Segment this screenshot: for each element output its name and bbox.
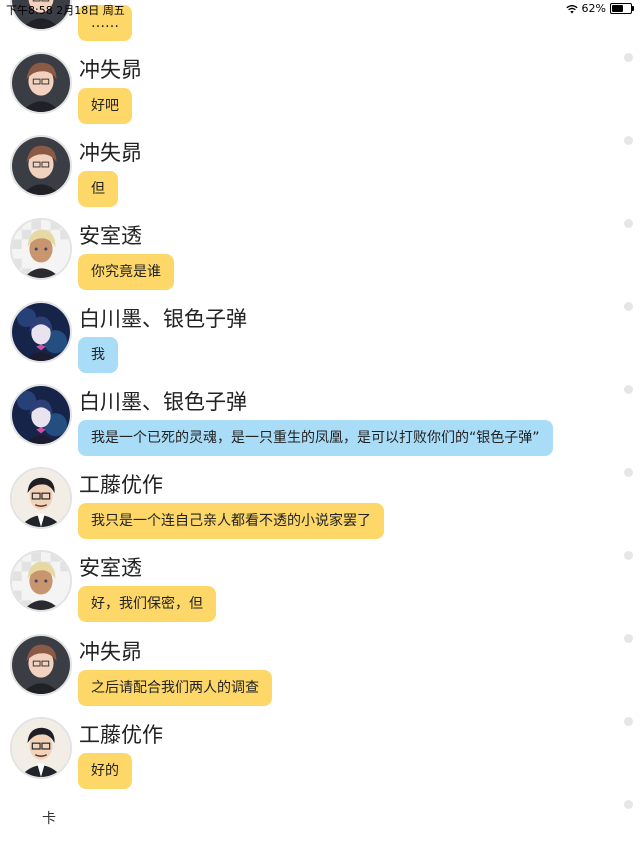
battery-fill <box>612 5 623 12</box>
sender-name: 工藤优作 <box>79 723 163 747</box>
scroll-dot <box>624 302 633 311</box>
chat-message: 白川墨、银色子弹 我 <box>0 301 640 384</box>
scroll-dot <box>624 634 633 643</box>
wifi-icon <box>565 4 578 13</box>
avatar-amuro[interactable] <box>10 218 72 280</box>
avatar-amuro-image <box>12 220 70 278</box>
avatar-yusaku-image <box>12 469 70 527</box>
status-right: 62% <box>565 2 634 15</box>
avatar-subaru[interactable] <box>10 135 72 197</box>
chat-message: 冲失昴 之后请配合我们两人的调查 <box>0 634 640 717</box>
avatar-subaru-image <box>12 137 70 195</box>
message-bubble[interactable]: 我是一个已死的灵魂，是一只重生的凤凰，是可以打败你们的“银色子弹” <box>78 420 553 456</box>
message-bubble[interactable]: 但 <box>78 171 118 207</box>
avatar-subaru-image <box>12 54 70 112</box>
avatar-amuro-image <box>12 552 70 610</box>
avatar-yusaku[interactable] <box>10 717 72 779</box>
avatar-subaru-image <box>12 636 70 694</box>
chat-message: 工藤优作 好的 <box>0 717 640 800</box>
message-bubble[interactable]: 之后请配合我们两人的调查 <box>78 670 272 706</box>
sender-name: 工藤优作 <box>79 473 163 497</box>
chat-area: …… 冲失昴 好吧 冲失昴 但 安室透 你究竟是谁 白川墨、银色子弹 我 白川墨… <box>0 0 640 853</box>
avatar-subaru[interactable] <box>10 634 72 696</box>
scroll-dot <box>624 551 633 560</box>
chat-message: 冲失昴 但 <box>0 135 640 218</box>
sender-name: 安室透 <box>79 556 142 580</box>
avatar-silver-bullet-image <box>12 386 70 444</box>
sender-name: 安室透 <box>79 224 142 248</box>
scroll-dot <box>624 385 633 394</box>
sender-name: 白川墨、银色子弹 <box>79 307 247 331</box>
battery-icon <box>610 3 634 14</box>
avatar-yusaku[interactable] <box>10 467 72 529</box>
avatar-amuro[interactable] <box>10 550 72 612</box>
battery-percent: 62% <box>581 2 606 15</box>
message-bubble[interactable]: 好的 <box>78 753 132 789</box>
scroll-dot <box>624 219 633 228</box>
scroll-dot <box>624 53 633 62</box>
message-bubble[interactable]: 我 <box>78 337 118 373</box>
chat-message: 白川墨、银色子弹 我是一个已死的灵魂，是一只重生的凤凰，是可以打败你们的“银色子… <box>0 384 640 467</box>
status-time-date: 下午8:58 2月18日 周五 <box>6 4 125 17</box>
chat-message: 安室透 你究竟是谁 <box>0 218 640 301</box>
avatar-yusaku-image <box>12 719 70 777</box>
scroll-dot <box>624 468 633 477</box>
sender-name: 冲失昴 <box>79 58 142 82</box>
message-bubble[interactable]: 好吧 <box>78 88 132 124</box>
scroll-dot <box>624 800 633 809</box>
sender-name: 冲失昴 <box>79 640 142 664</box>
chat-message: 工藤优作 我只是一个连自己亲人都看不透的小说家罢了 <box>0 467 640 550</box>
message-bubble[interactable]: 好，我们保密，但 <box>78 586 216 622</box>
avatar-subaru[interactable] <box>10 52 72 114</box>
avatar-silver-bullet[interactable] <box>10 384 72 446</box>
chat-message: 安室透 好，我们保密，但 <box>0 550 640 633</box>
message-bubble[interactable]: 我只是一个连自己亲人都看不透的小说家罢了 <box>78 503 384 539</box>
avatar-silver-bullet[interactable] <box>10 301 72 363</box>
avatar-silver-bullet-image <box>12 303 70 361</box>
battery-tip <box>632 6 634 11</box>
sender-name: 白川墨、银色子弹 <box>79 390 247 414</box>
message-bubble[interactable]: 你究竟是谁 <box>78 254 174 290</box>
status-bar: 下午8:58 2月18日 周五 62% <box>0 0 640 18</box>
chat-message: 冲失昴 好吧 <box>0 52 640 135</box>
sender-name: 冲失昴 <box>79 141 142 165</box>
scroll-dot <box>624 136 633 145</box>
footer-text: 卡 <box>42 811 56 827</box>
scroll-dot <box>624 717 633 726</box>
